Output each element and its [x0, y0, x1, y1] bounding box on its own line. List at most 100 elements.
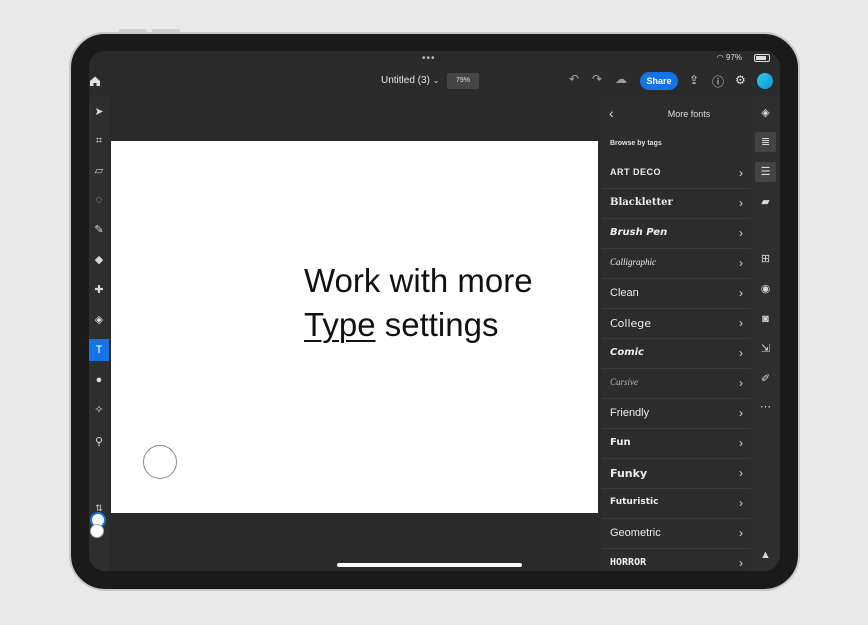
font-tag-row[interactable]: Calligraphic › [601, 249, 751, 279]
font-tag-row[interactable]: ART DECO › [601, 159, 751, 189]
visibility-icon[interactable]: ◉ [755, 279, 776, 299]
avatar[interactable] [757, 73, 773, 89]
chevron-right-icon: › [739, 496, 743, 510]
brush-tool-icon[interactable]: ✎ [89, 219, 109, 241]
text-line-2: Type settings [304, 303, 533, 347]
right-toolbar: ◈ ≣ ☰ ▰ ⊞ ◉ ◙ ⇲ ✐ ⋯ ▲ [751, 97, 780, 571]
clone-tool-icon[interactable]: ● [89, 369, 109, 391]
font-tag-label: Fun [610, 437, 631, 448]
chevron-right-icon: › [739, 286, 743, 300]
font-tag-row[interactable]: Clean › [601, 279, 751, 309]
touch-shortcut-button[interactable] [143, 445, 177, 479]
wifi-icon: ◠ [716, 53, 724, 62]
text-underlined-word: Type [304, 306, 376, 343]
more-options-icon[interactable]: ⋯ [755, 397, 776, 417]
eraser-tool-icon[interactable]: ◆ [89, 249, 109, 271]
font-tag-label: HORROR [610, 557, 647, 568]
font-tag-row[interactable]: College › [601, 309, 751, 339]
font-tag-row[interactable]: Futuristic › [601, 489, 751, 519]
font-tag-row[interactable]: HORROR › [601, 549, 751, 571]
font-tag-label: Calligraphic [610, 257, 657, 267]
layers-icon[interactable]: ◈ [755, 103, 776, 123]
font-tag-row[interactable]: Blackletter › [601, 189, 751, 219]
fonts-panel: ‹ More fonts Browse by tags ART DECO › Bla… [601, 97, 751, 571]
chevron-right-icon: › [739, 556, 743, 570]
font-tag-row[interactable]: Comic › [601, 339, 751, 369]
swap-colors-icon[interactable]: ⇅ [89, 497, 109, 519]
chevron-right-icon: › [739, 166, 743, 180]
left-toolbar: ➤ ⌗ ▱ ◌ ✎ ◆ ✚ ◈ T ● ✧ ⚲ ⇅ [89, 97, 109, 571]
status-bar: ••• ◠ 97% [89, 51, 780, 65]
font-tag-row[interactable]: Funky › [601, 459, 751, 489]
canvas-text-layer[interactable]: Work with more Type settings [304, 259, 533, 347]
type-tool-icon[interactable]: T [89, 339, 109, 361]
font-tag-label: Blackletter [610, 197, 673, 208]
export-icon[interactable]: ⇪ [689, 73, 699, 87]
chevron-right-icon: › [739, 226, 743, 240]
effects-tool-icon[interactable]: ✧ [89, 399, 109, 421]
chevron-right-icon: › [739, 256, 743, 270]
font-tag-row[interactable]: Brush Pen › [601, 219, 751, 249]
document-title[interactable]: Untitled (3) ⌄ [381, 75, 439, 86]
text-line-1: Work with more [304, 262, 533, 299]
font-tag-label: Geometric [610, 527, 661, 539]
panel-header: ‹ More fonts [601, 97, 751, 137]
zoom-level[interactable]: 79% [447, 73, 479, 89]
clear-layer-icon[interactable]: ✐ [755, 369, 776, 389]
select-tool-icon[interactable]: ➤ [89, 101, 109, 123]
panel-title: More fonts [667, 109, 711, 119]
chevron-right-icon: › [739, 526, 743, 540]
chevron-down-icon: ⌄ [432, 76, 440, 85]
comments-icon[interactable]: ▰ [755, 192, 776, 212]
redo-icon[interactable]: ↷ [592, 72, 602, 86]
chevron-right-icon: › [739, 196, 743, 210]
warning-icon[interactable]: ▲ [755, 545, 776, 565]
cloud-icon[interactable]: ☁ [615, 72, 627, 86]
arrange-icon[interactable]: ⇲ [755, 339, 776, 359]
document-title-text: Untitled (3) [381, 75, 430, 86]
help-icon[interactable]: ⓘ [712, 73, 724, 90]
share-button[interactable]: Share [640, 72, 678, 90]
font-tag-list: ART DECO › Blackletter › Brush Pen › Calligrap… [601, 159, 751, 571]
add-layer-icon[interactable]: ⊞ [755, 249, 776, 269]
adjustments-icon[interactable]: ☰ [755, 162, 776, 182]
eyedropper-tool-icon[interactable]: ⚲ [89, 431, 109, 453]
crop-tool-icon[interactable]: ⌗ [89, 130, 109, 152]
font-tag-label: Friendly [610, 407, 650, 419]
fill-tool-icon[interactable]: ◈ [89, 309, 109, 331]
background-color-swatch[interactable] [90, 524, 104, 538]
lasso-tool-icon[interactable]: ◌ [89, 189, 109, 211]
home-indicator[interactable] [337, 563, 522, 567]
chevron-right-icon: › [739, 466, 743, 480]
font-tag-row[interactable]: Friendly › [601, 399, 751, 429]
chevron-right-icon: › [739, 316, 743, 330]
battery-icon [754, 54, 770, 62]
chevron-right-icon: › [739, 406, 743, 420]
font-tag-label: ART DECO [610, 167, 661, 177]
font-tag-row[interactable]: Cursive › [601, 369, 751, 399]
transform-tool-icon[interactable]: ▱ [89, 160, 109, 182]
font-tag-label: Comic [610, 347, 644, 358]
font-tag-label: College [610, 317, 652, 330]
workspace: Work with more Type settings [109, 97, 600, 571]
home-icon[interactable] [89, 74, 101, 88]
gear-icon[interactable]: ⚙ [735, 73, 746, 87]
mask-icon[interactable]: ◙ [755, 309, 776, 329]
font-tag-label: Funky [610, 467, 648, 480]
chevron-right-icon: › [739, 436, 743, 450]
font-tag-row[interactable]: Geometric › [601, 519, 751, 549]
font-tag-label: Clean [610, 287, 639, 299]
chevron-right-icon: › [739, 376, 743, 390]
canvas[interactable]: Work with more Type settings [111, 141, 598, 513]
font-tag-row[interactable]: Fun › [601, 429, 751, 459]
battery-percent: 97% [725, 53, 742, 62]
healing-tool-icon[interactable]: ✚ [89, 279, 109, 301]
screen: ••• ◠ 97% Untitled (3) ⌄ 79% ↶ ↷ ☁ Share… [89, 51, 780, 571]
multitasking-dots-icon[interactable]: ••• [422, 53, 436, 64]
wifi-status: ◠ 97% [717, 53, 742, 62]
text-line-2-rest: settings [375, 306, 499, 343]
browse-by-tags-label: Browse by tags [610, 140, 662, 147]
top-bar: Untitled (3) ⌄ 79% ↶ ↷ ☁ Share ⇪ ⓘ ⚙ [89, 65, 780, 97]
undo-icon[interactable]: ↶ [569, 72, 579, 86]
layer-properties-icon[interactable]: ≣ [755, 132, 776, 152]
